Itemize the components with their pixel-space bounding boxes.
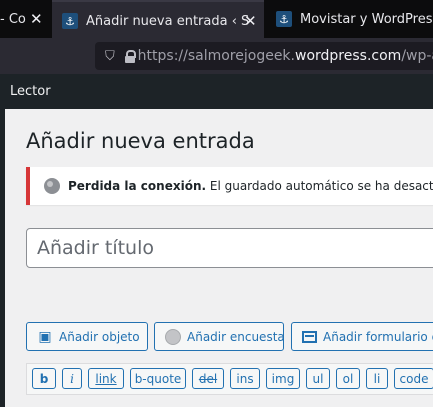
add-object-icon: ▣ xyxy=(38,328,52,345)
add-contact-form-button[interactable]: Añadir formulario de contacto xyxy=(291,322,433,351)
tab-title: Añadir nueva entrada ‹ S xyxy=(86,13,250,29)
tab-previous[interactable]: - Co ✕ xyxy=(0,0,52,38)
lock-icon[interactable] xyxy=(124,50,135,63)
add-poll-button[interactable]: Añadir encuesta xyxy=(154,322,285,351)
notice-message: Perdida la conexión. El guardado automát… xyxy=(68,179,433,193)
form-icon xyxy=(302,329,317,345)
tab-title: Movistar y WordPress.c xyxy=(300,11,433,27)
title-placeholder: Añadir título xyxy=(37,237,154,259)
quicktag-ul-button[interactable]: ul xyxy=(306,368,330,389)
quicktag-bquote-button[interactable]: b-quote xyxy=(130,368,186,389)
add-object-label: Añadir objeto xyxy=(59,329,140,344)
quicktag-li-button[interactable]: li xyxy=(366,368,388,389)
quicktag-code-button[interactable]: code xyxy=(394,368,433,389)
tab-active[interactable]: ⚓ Añadir nueva entrada ‹ S ✕ xyxy=(52,0,264,40)
url-text[interactable]: https://salmorejogeek.wordpress.com/wp-a xyxy=(138,48,433,64)
quicktag-link-button[interactable]: link xyxy=(88,368,124,389)
editor-content: Añadir nueva entrada Perdida la conexión… xyxy=(5,109,433,407)
add-contact-form-label: Añadir formulario de contacto xyxy=(323,329,433,344)
quicktag-ins-button[interactable]: ins xyxy=(230,368,260,389)
quicktag-ol-button[interactable]: ol xyxy=(336,368,360,389)
reader-link[interactable]: Lector xyxy=(10,84,51,99)
page-title: Añadir nueva entrada xyxy=(26,129,255,153)
navigation-toolbar: ⛉ https://salmorejogeek.wordpress.com/wp… xyxy=(0,38,433,74)
quicktag-italic-button[interactable]: i xyxy=(62,368,82,389)
poll-icon xyxy=(165,328,181,345)
close-icon[interactable]: ✕ xyxy=(244,12,257,30)
address-bar[interactable]: ⛉ https://salmorejogeek.wordpress.com/wp… xyxy=(95,42,433,70)
close-icon[interactable]: ✕ xyxy=(30,10,43,28)
disconnected-icon xyxy=(44,178,60,194)
quicktag-bold-button[interactable]: b xyxy=(32,368,56,389)
wp-admin-bar: Lector xyxy=(0,74,433,109)
connection-lost-notice: Perdida la conexión. El guardado automát… xyxy=(26,167,433,205)
post-title-input[interactable]: Añadir título xyxy=(26,228,433,268)
tab-next[interactable]: ⚓ Movistar y WordPress.c xyxy=(266,0,433,38)
wordpress-favicon-icon: ⚓ xyxy=(276,11,292,27)
quicktag-img-button[interactable]: img xyxy=(266,368,300,389)
browser-tab-bar: - Co ✕ ⚓ Añadir nueva entrada ‹ S ✕ ⚓ Mo… xyxy=(0,0,433,40)
quicktag-del-button[interactable]: del xyxy=(192,368,224,389)
add-object-button[interactable]: ▣ Añadir objeto xyxy=(26,322,148,351)
tab-title: - Co xyxy=(0,11,26,27)
quicktags-toolbar: b i link b-quote del ins img ul ol li co… xyxy=(26,363,433,395)
wordpress-favicon-icon: ⚓ xyxy=(62,13,78,29)
shield-icon[interactable]: ⛉ xyxy=(105,49,115,64)
add-poll-label: Añadir encuesta xyxy=(187,329,285,344)
